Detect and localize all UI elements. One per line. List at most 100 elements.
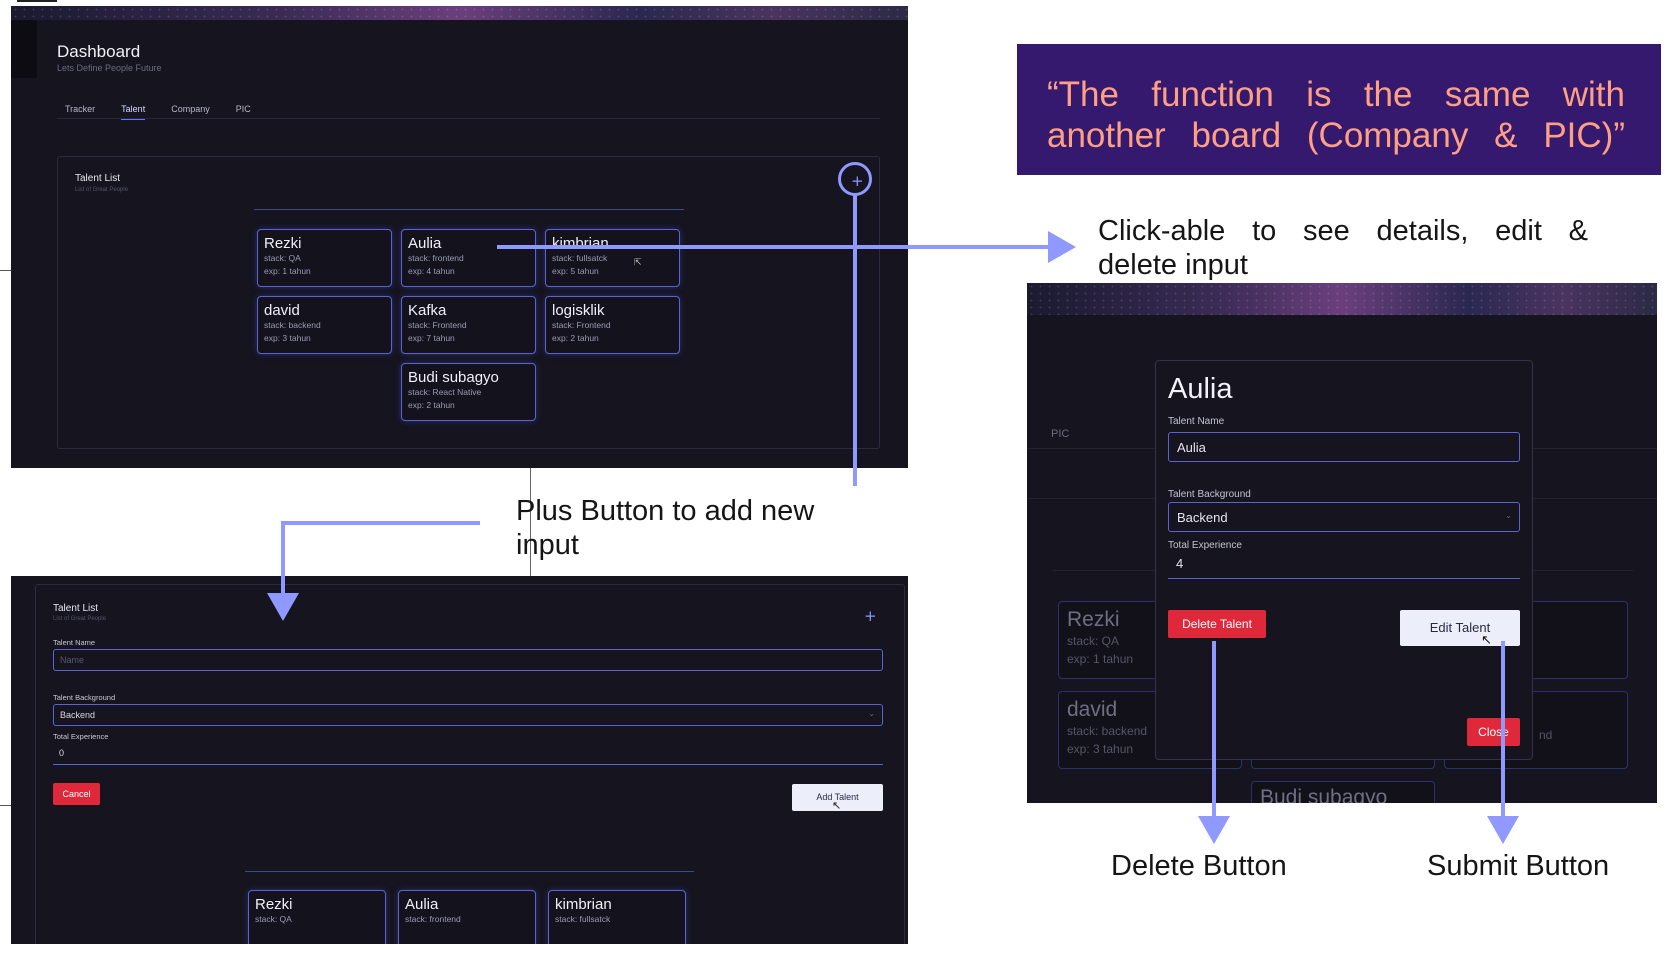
talent-card[interactable]: Aulia stack: frontend exp: 4 tahun xyxy=(401,229,536,287)
talent-background-label: Talent Background xyxy=(1168,489,1251,500)
talent-list-subtitle: List of Great People xyxy=(53,616,107,622)
list-divider xyxy=(245,871,694,872)
galaxy-banner xyxy=(1027,283,1657,315)
talent-card-stack: nd xyxy=(1539,728,1553,742)
highlight-ring xyxy=(838,162,872,196)
talent-list-title: Talent List xyxy=(75,173,121,184)
talent-card-exp: exp: 4 tahun xyxy=(408,266,455,276)
talent-card[interactable]: Budi subagyo xyxy=(1251,781,1435,803)
cursor-icon: ⇱ xyxy=(634,258,642,268)
clickable-annotation-line2: delete input xyxy=(1098,249,1248,281)
talent-card-exp: exp: 5 tahun xyxy=(552,266,599,276)
delete-annotation: Delete Button xyxy=(1111,850,1287,882)
talent-card[interactable]: kimbrian stack: fullsatck exp: 5 tahun xyxy=(545,229,680,287)
talent-card[interactable]: david stack: backend exp: 3 tahun xyxy=(257,296,392,354)
talent-card-stack: stack: fullsatck xyxy=(555,914,611,924)
submit-annotation: Submit Button xyxy=(1427,850,1610,882)
talent-background-value: Backend xyxy=(1177,510,1228,525)
talent-card-name: logisklik xyxy=(552,302,605,319)
tab-pic[interactable]: PIC xyxy=(1051,428,1069,440)
add-talent-button[interactable]: + xyxy=(864,609,877,624)
talent-card-exp: exp: 3 tahun xyxy=(264,333,311,343)
function-note-text: “The function is the same with another b… xyxy=(1047,75,1625,155)
talent-name-input[interactable]: Aulia xyxy=(1168,432,1520,462)
talent-background-select[interactable]: Backend ⌄ xyxy=(53,704,883,726)
talent-dashboard-screenshot: Dashboard Lets Define People Future Trac… xyxy=(11,6,908,468)
talent-card-name: kimbrian xyxy=(555,896,612,913)
talent-card[interactable]: Rezki stack: QA exp: 1 tahun xyxy=(257,229,392,287)
talent-list-title: Talent List xyxy=(53,603,99,614)
talent-background-label: Talent Background xyxy=(53,693,116,702)
talent-name-label: Talent Name xyxy=(53,638,96,647)
tab-tracker[interactable]: Tracker xyxy=(65,104,95,114)
talent-card-name: Aulia xyxy=(405,896,439,913)
dashboard-subtitle: Lets Define People Future xyxy=(57,63,162,73)
dashboard-title: Dashboard xyxy=(57,42,141,61)
talent-card[interactable]: logisklik stack: Frontend exp: 2 tahun xyxy=(545,296,680,354)
add-talent-screenshot: Talent List List of Great People + Talen… xyxy=(11,576,908,944)
talent-card[interactable]: Rezki stack: QA xyxy=(248,890,386,944)
total-experience-input[interactable]: 4 xyxy=(1168,549,1520,579)
talent-card-exp: exp: 7 tahun xyxy=(408,333,455,343)
talent-card-stack: stack: QA xyxy=(255,914,292,924)
tab-bar: Tracker Talent Company PIC xyxy=(65,104,251,120)
talent-card-name: Budi subagyo xyxy=(1260,786,1388,803)
talent-card-stack: stack: frontend xyxy=(408,253,464,263)
slide-tick xyxy=(17,0,57,2)
talent-name-input[interactable]: Name xyxy=(53,649,883,671)
talent-detail-modal: Aulia Talent Name Aulia Talent Backgroun… xyxy=(1155,360,1533,760)
list-divider xyxy=(254,209,684,210)
talent-card[interactable]: kimbrian stack: fullsatck xyxy=(548,890,686,944)
plus-annotation-line1: Plus Button to add new xyxy=(516,495,815,527)
delete-talent-button[interactable]: Delete Talent xyxy=(1168,610,1266,638)
tab-talent[interactable]: Talent xyxy=(121,104,146,120)
cursor-icon: ↖ xyxy=(832,799,842,812)
talent-background-select[interactable]: Backend ⌄ xyxy=(1168,502,1520,532)
talent-card-stack: stack: Frontend xyxy=(408,320,467,330)
tab-company[interactable]: Company xyxy=(171,104,210,114)
modal-title: Aulia xyxy=(1168,373,1233,405)
talent-list-subtitle: List of Great People xyxy=(75,187,129,193)
talent-card-stack: stack: QA xyxy=(264,253,301,263)
clickable-annotation: Click-able to see details, edit & delete… xyxy=(1098,214,1588,282)
talent-name-label: Talent Name xyxy=(1168,416,1225,427)
talent-card[interactable]: Budi subagyo stack: React Native exp: 2 … xyxy=(401,363,536,421)
talent-card[interactable]: Aulia stack: frontend xyxy=(398,890,536,944)
talent-card-stack: stack: fullsatck xyxy=(552,253,608,263)
banner-edge xyxy=(11,20,37,78)
edit-talent-button[interactable]: Edit Talent xyxy=(1400,610,1520,646)
slide-tick xyxy=(0,805,11,806)
cursor-icon: ↖ xyxy=(1481,633,1492,648)
cancel-button[interactable]: Cancel xyxy=(53,783,100,805)
talent-card-exp: exp: 2 tahun xyxy=(552,333,599,343)
talent-card-exp: exp: 1 tahun xyxy=(264,266,311,276)
total-experience-label: Total Experience xyxy=(53,732,109,741)
talent-list-panel: Talent List List of Great People + Rezki… xyxy=(57,156,880,449)
talent-card-exp: exp: 2 tahun xyxy=(408,400,455,410)
plus-annotation: Plus Button to add new input xyxy=(516,494,866,562)
chevron-down-icon: ⌄ xyxy=(868,709,875,718)
total-experience-input[interactable]: 0 xyxy=(53,743,883,765)
talent-card-stack: stack: backend xyxy=(264,320,321,330)
slide-tick xyxy=(0,270,11,271)
talent-card-name: Budi subagyo xyxy=(408,369,499,386)
talent-card-name: Rezki xyxy=(264,235,302,252)
talent-detail-screenshot: PIC Rezki stack: QA exp: 1 tahun david s… xyxy=(1027,283,1657,803)
talent-card-name: david xyxy=(264,302,300,319)
clickable-annotation-line1: Click-able to see details, edit & xyxy=(1098,215,1588,247)
close-button[interactable]: Close xyxy=(1467,718,1520,746)
function-note: “The function is the same with another b… xyxy=(1017,44,1661,175)
galaxy-banner xyxy=(11,6,908,20)
plus-annotation-line2: input xyxy=(516,529,579,561)
talent-card-stack: stack: React Native xyxy=(408,387,482,397)
talent-card-name: Rezki xyxy=(255,896,293,913)
talent-background-value: Backend xyxy=(60,710,96,720)
talent-card-stack: stack: frontend xyxy=(405,914,461,924)
talent-card-stack: stack: Frontend xyxy=(552,320,611,330)
talent-card-name: Aulia xyxy=(408,235,442,252)
tabs-divider xyxy=(57,118,880,119)
talent-card-name: kimbrian xyxy=(552,235,609,252)
talent-card[interactable]: Kafka stack: Frontend exp: 7 tahun xyxy=(401,296,536,354)
chevron-down-icon: ⌄ xyxy=(1505,511,1512,520)
tab-pic[interactable]: PIC xyxy=(236,104,251,114)
